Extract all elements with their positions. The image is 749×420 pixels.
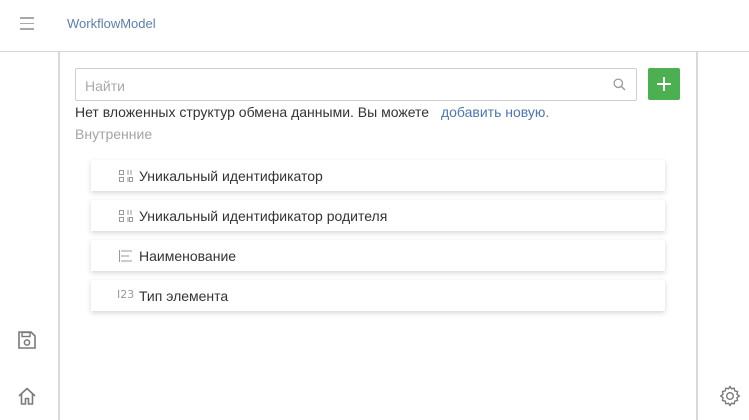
list-item[interactable]: I23 Тип элемента xyxy=(91,280,665,311)
empty-notice: Нет вложенных структур обмена данными. В… xyxy=(75,104,549,120)
empty-notice-text: Нет вложенных структур обмена данными. В… xyxy=(75,104,430,120)
search-input[interactable] xyxy=(83,69,607,102)
section-heading-internal: Внутренние xyxy=(75,126,153,142)
list-item[interactable]: Наименование xyxy=(91,240,665,271)
list-item[interactable]: Уникальный идентификатор родителя xyxy=(91,200,665,231)
field-label: Уникальный идентификатор родителя xyxy=(139,208,388,224)
field-label: Тип элемента xyxy=(139,288,229,304)
field-label: Наименование xyxy=(139,248,237,264)
gear-icon[interactable] xyxy=(719,385,741,412)
left-sidebar xyxy=(0,52,60,420)
field-label: Уникальный идентификатор xyxy=(139,168,323,184)
main-content: Нет вложенных структур обмена данными. В… xyxy=(60,52,696,420)
text-icon xyxy=(119,250,133,262)
add-button[interactable] xyxy=(648,68,680,100)
guid-icon xyxy=(119,170,133,182)
home-icon[interactable] xyxy=(17,386,37,411)
right-sidebar xyxy=(696,52,749,420)
field-list: Уникальный идентификатор Уникальный иден… xyxy=(91,160,665,320)
search-icon[interactable] xyxy=(613,78,626,96)
add-new-link[interactable]: добавить новую. xyxy=(441,104,549,120)
guid-icon xyxy=(119,210,133,222)
number-icon: I23 xyxy=(117,288,135,301)
search-field[interactable] xyxy=(75,68,637,102)
list-item[interactable]: Уникальный идентификатор xyxy=(91,160,665,191)
save-icon[interactable] xyxy=(17,330,37,355)
app-title: WorkflowModel xyxy=(67,16,156,31)
hamburger-menu-icon[interactable] xyxy=(20,17,34,31)
top-bar: WorkflowModel xyxy=(0,0,749,52)
